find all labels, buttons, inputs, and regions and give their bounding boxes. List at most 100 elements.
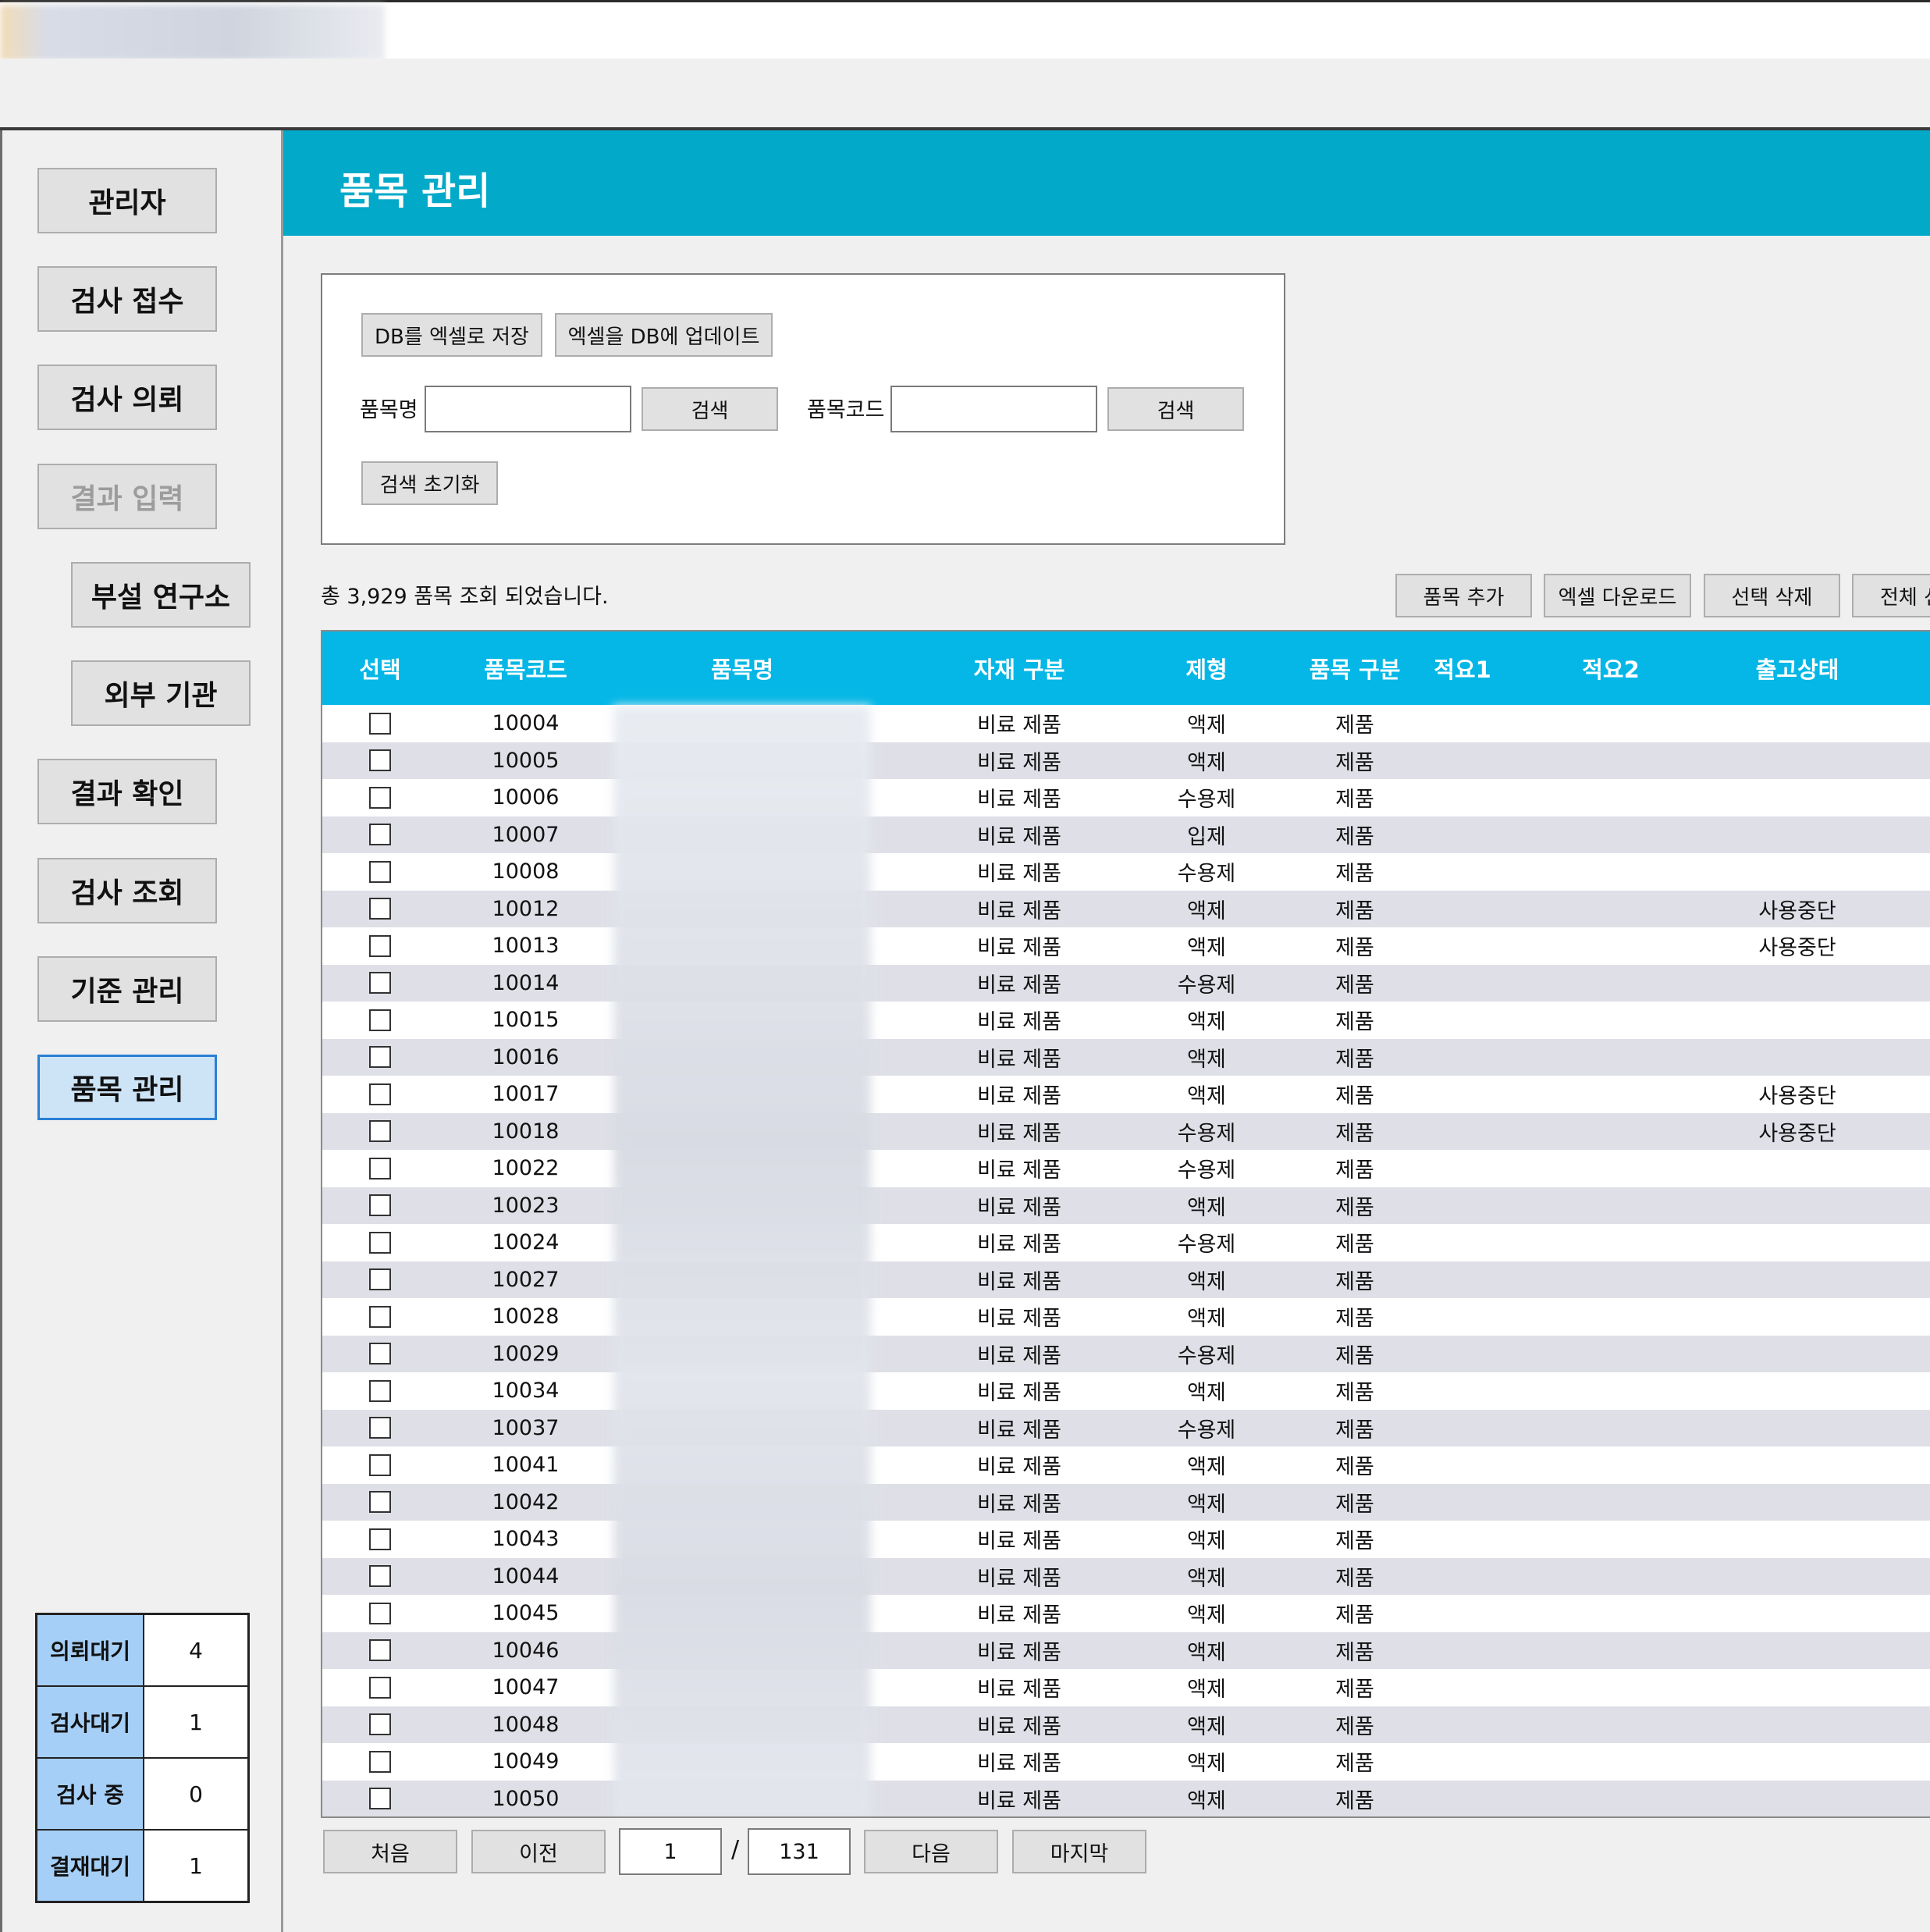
row-checkbox[interactable]: [322, 1150, 438, 1187]
table-row[interactable]: 10049 비료 제품 액제 제품: [322, 1743, 1930, 1781]
search-by-code-button[interactable]: 검색: [1107, 387, 1244, 431]
row-checkbox[interactable]: [322, 705, 438, 742]
table-row[interactable]: 10043 비료 제품 액제 제품: [322, 1521, 1930, 1558]
table-row[interactable]: 10050 비료 제품 액제 제품: [322, 1780, 1930, 1817]
nav-result-check-button[interactable]: 결과 확인: [37, 759, 217, 824]
row-checkbox[interactable]: [322, 1002, 438, 1039]
excel-download-button[interactable]: 엑셀 다운로드: [1544, 574, 1691, 617]
table-row[interactable]: 10008 비료 제품 수용제 제품: [322, 853, 1930, 891]
row-checkbox[interactable]: [322, 1781, 438, 1817]
nav-inspection-request-button[interactable]: 검사 의뢰: [37, 365, 217, 430]
col-select[interactable]: 선택: [322, 632, 438, 705]
table-row[interactable]: 10007 비료 제품 입제 제품: [322, 816, 1930, 853]
row-checkbox[interactable]: [322, 742, 438, 780]
row-checkbox[interactable]: [322, 1632, 438, 1670]
table-row[interactable]: 10044 비료 제품 액제 제품: [322, 1557, 1930, 1595]
row-checkbox[interactable]: [322, 853, 438, 891]
select-all-button[interactable]: 전체 선: [1852, 574, 1930, 617]
checkbox[interactable]: [369, 972, 391, 994]
table-row[interactable]: 10018 비료 제품 수용제 제품 사용중단: [322, 1112, 1930, 1151]
nav-standard-management-button[interactable]: 기준 관리: [37, 956, 217, 1022]
row-checkbox[interactable]: [322, 1298, 438, 1336]
checkbox[interactable]: [369, 1491, 391, 1514]
reset-search-button[interactable]: 검색 초기화: [361, 461, 498, 505]
checkbox[interactable]: [369, 1713, 391, 1736]
table-row[interactable]: 10027 비료 제품 액제 제품: [322, 1261, 1930, 1299]
table-row[interactable]: 10029 비료 제품 수용제 제품: [322, 1335, 1930, 1373]
row-checkbox[interactable]: [322, 1372, 438, 1410]
table-row[interactable]: 10023 비료 제품 액제 제품: [322, 1187, 1930, 1225]
search-by-name-button[interactable]: 검색: [642, 387, 778, 431]
item-code-input[interactable]: [890, 386, 1097, 432]
last-page-button[interactable]: 마지막: [1012, 1830, 1146, 1873]
table-row[interactable]: 10047 비료 제품 액제 제품: [322, 1669, 1930, 1706]
table-row[interactable]: 10016 비료 제품 액제 제품: [322, 1038, 1930, 1076]
row-checkbox[interactable]: [322, 779, 438, 817]
checkbox[interactable]: [369, 1565, 391, 1588]
table-row[interactable]: 10015 비료 제품 액제 제품: [322, 1002, 1930, 1039]
row-checkbox[interactable]: [322, 1446, 438, 1484]
checkbox[interactable]: [369, 1120, 391, 1143]
checkbox[interactable]: [369, 1676, 391, 1699]
add-item-button[interactable]: 품목 추가: [1395, 574, 1532, 617]
table-row[interactable]: 10048 비료 제품 액제 제품: [322, 1706, 1930, 1744]
checkbox[interactable]: [369, 1602, 391, 1624]
table-row[interactable]: 10024 비료 제품 수용제 제품: [322, 1224, 1930, 1261]
nav-admin-button[interactable]: 관리자: [37, 168, 217, 233]
first-page-button[interactable]: 처음: [323, 1830, 457, 1873]
table-row[interactable]: 10013 비료 제품 액제 제품 사용중단: [322, 927, 1930, 965]
row-checkbox[interactable]: [322, 1706, 438, 1744]
row-checkbox[interactable]: [322, 1595, 438, 1632]
checkbox[interactable]: [369, 786, 391, 809]
checkbox[interactable]: [369, 1305, 391, 1328]
table-row[interactable]: 10005 비료 제품 액제 제품: [322, 742, 1930, 780]
table-row[interactable]: 10017 비료 제품 액제 제품 사용중단: [322, 1076, 1930, 1113]
row-checkbox[interactable]: [322, 1187, 438, 1225]
row-checkbox[interactable]: [322, 1484, 438, 1521]
table-row[interactable]: 10042 비료 제품 액제 제품: [322, 1483, 1930, 1521]
row-checkbox[interactable]: [322, 965, 438, 1002]
col-material-category[interactable]: 자재 구분: [871, 632, 1168, 705]
checkbox[interactable]: [369, 1046, 391, 1069]
row-checkbox[interactable]: [322, 927, 438, 965]
row-checkbox[interactable]: [322, 1076, 438, 1113]
col-shipping-status[interactable]: 출고상태: [1680, 632, 1914, 705]
table-row[interactable]: 10004 비료 제품 액제 제품: [322, 705, 1930, 742]
row-checkbox[interactable]: [322, 1113, 438, 1151]
excel-to-db-button[interactable]: 엑셀을 DB에 업데이트: [555, 313, 773, 357]
row-checkbox[interactable]: [322, 1410, 438, 1447]
row-checkbox[interactable]: [322, 1224, 438, 1261]
row-checkbox[interactable]: [322, 891, 438, 928]
checkbox[interactable]: [369, 1453, 391, 1476]
table-row[interactable]: 10034 비료 제품 액제 제품: [322, 1372, 1930, 1410]
current-page-input[interactable]: 1: [619, 1828, 722, 1875]
next-page-button[interactable]: 다음: [864, 1830, 998, 1873]
table-row[interactable]: 10014 비료 제품 수용제 제품: [322, 964, 1930, 1002]
checkbox[interactable]: [369, 1083, 391, 1105]
db-to-excel-button[interactable]: DB를 엑셀로 저장: [361, 313, 542, 357]
col-note1[interactable]: 적요1: [1384, 632, 1541, 705]
checkbox[interactable]: [369, 1528, 391, 1550]
item-name-input[interactable]: [425, 386, 631, 432]
checkbox[interactable]: [369, 1788, 391, 1810]
nav-item-management-button[interactable]: 품목 관리: [37, 1055, 217, 1120]
table-row[interactable]: 10006 비료 제품 수용제 제품: [322, 779, 1930, 817]
checkbox[interactable]: [369, 1157, 391, 1179]
prev-page-button[interactable]: 이전: [471, 1830, 606, 1873]
row-checkbox[interactable]: [322, 1336, 438, 1373]
col-item-name[interactable]: 품목명: [613, 632, 871, 705]
table-row[interactable]: 10041 비료 제품 액제 제품: [322, 1446, 1930, 1484]
col-item-code[interactable]: 품목코드: [438, 632, 613, 705]
nav-inspection-receipt-button[interactable]: 검사 접수: [37, 266, 217, 332]
checkbox[interactable]: [369, 1231, 391, 1254]
table-row[interactable]: 10022 비료 제품 수용제 제품: [322, 1150, 1930, 1187]
row-checkbox[interactable]: [322, 1261, 438, 1299]
nav-inspection-search-button[interactable]: 검사 조회: [37, 858, 217, 923]
checkbox[interactable]: [369, 898, 391, 920]
checkbox[interactable]: [369, 1639, 391, 1662]
row-checkbox[interactable]: [322, 1521, 438, 1558]
checkbox[interactable]: [369, 934, 391, 957]
checkbox[interactable]: [369, 1268, 391, 1291]
table-row[interactable]: 10037 비료 제품 수용제 제품: [322, 1409, 1930, 1447]
checkbox[interactable]: [369, 1009, 391, 1031]
